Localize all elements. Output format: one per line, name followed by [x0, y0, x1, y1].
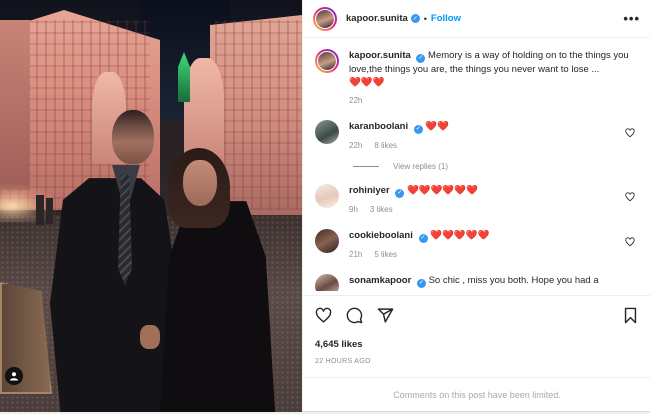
post-photo[interactable]	[0, 0, 302, 412]
caption-time: 22h	[349, 96, 363, 105]
more-options-icon[interactable]: •••	[623, 11, 640, 26]
bookmark-icon[interactable]	[622, 307, 639, 324]
comment-item: rohiniyer ✓ ❤️❤️❤️❤️❤️❤️ 9h 3 likes	[315, 184, 641, 216]
avatar[interactable]	[315, 229, 339, 253]
comment-item: cookieboolani ✓ ❤️❤️❤️❤️❤️ 21h 5 likes	[315, 229, 641, 261]
comments-list[interactable]: kapoor.sunita ✓ Memory is a way of holdi…	[303, 39, 650, 291]
woman-face	[183, 160, 217, 206]
view-replies-button[interactable]: View replies (1)	[353, 162, 641, 171]
verified-icon: ✓	[416, 54, 426, 63]
comment-likes[interactable]: 5 likes	[374, 248, 397, 261]
post-sidebar: kapoor.sunita ✓ • Follow ••• kapoor.suni…	[302, 0, 650, 412]
likes-count[interactable]: 4,645 likes	[315, 339, 639, 350]
comment-item: karanboolani ✓ ❤️❤️ 22h 8 likes	[315, 120, 641, 152]
comment-text: ❤️❤️❤️❤️❤️❤️	[406, 185, 478, 196]
comment-time: 21h	[349, 250, 363, 259]
follow-button[interactable]: Follow	[431, 13, 461, 24]
separator-dot: •	[423, 13, 427, 24]
heart-icon[interactable]	[315, 307, 332, 324]
comment-icon[interactable]	[346, 307, 363, 324]
comment-text: So chic , miss you both. Hope you had a	[428, 275, 599, 286]
comment-item: sonamkapoor ✓ So chic , miss you both. H…	[315, 274, 641, 291]
comments-limited-notice: Comments on this post have been limited.	[303, 377, 650, 412]
comment-time: 22h	[349, 141, 363, 150]
comment-username[interactable]: sonamkapoor	[349, 275, 411, 286]
verified-icon: ✓	[395, 189, 405, 198]
comment-likes[interactable]: 8 likes	[374, 139, 397, 152]
view-replies-label: View replies (1)	[393, 162, 448, 171]
post-header: kapoor.sunita ✓ • Follow •••	[303, 0, 650, 38]
caption-username[interactable]: kapoor.sunita	[349, 50, 411, 61]
verified-icon: ✓	[416, 279, 426, 288]
avatar[interactable]	[313, 6, 337, 31]
caption: kapoor.sunita ✓ Memory is a way of holdi…	[315, 49, 641, 107]
comment-username[interactable]: karanboolani	[349, 121, 408, 132]
comment-username[interactable]: cookieboolani	[349, 230, 413, 241]
author-username[interactable]: kapoor.sunita	[346, 13, 408, 24]
avatar[interactable]	[315, 274, 339, 291]
background-person	[46, 198, 53, 224]
verified-icon: ✓	[418, 234, 428, 243]
comment-likes[interactable]: 3 likes	[370, 203, 393, 216]
user-tag-icon[interactable]	[5, 367, 23, 385]
comment-text: ❤️❤️❤️❤️❤️	[430, 230, 490, 241]
post-timestamp[interactable]: 22 HOURS AGO	[315, 358, 639, 365]
replies-divider	[353, 166, 379, 167]
background-person	[36, 195, 44, 225]
hands	[140, 325, 160, 349]
comment-text: ❤️❤️	[425, 121, 450, 132]
instagram-post: kapoor.sunita ✓ • Follow ••• kapoor.suni…	[0, 0, 650, 412]
share-icon[interactable]	[377, 307, 394, 324]
caption-emoji: ❤️❤️❤️	[349, 77, 385, 88]
avatar[interactable]	[315, 49, 339, 73]
avatar[interactable]	[315, 184, 339, 208]
verified-icon: ✓	[413, 125, 423, 134]
heart-icon[interactable]	[625, 192, 635, 202]
comment-time: 9h	[349, 205, 358, 214]
temple-pillar	[0, 20, 30, 190]
comment-username[interactable]: rohiniyer	[349, 185, 390, 196]
man-head	[112, 110, 154, 164]
heart-icon[interactable]	[625, 237, 635, 247]
verified-icon: ✓	[410, 14, 420, 23]
avatar[interactable]	[315, 120, 339, 144]
heart-icon[interactable]	[625, 128, 635, 138]
